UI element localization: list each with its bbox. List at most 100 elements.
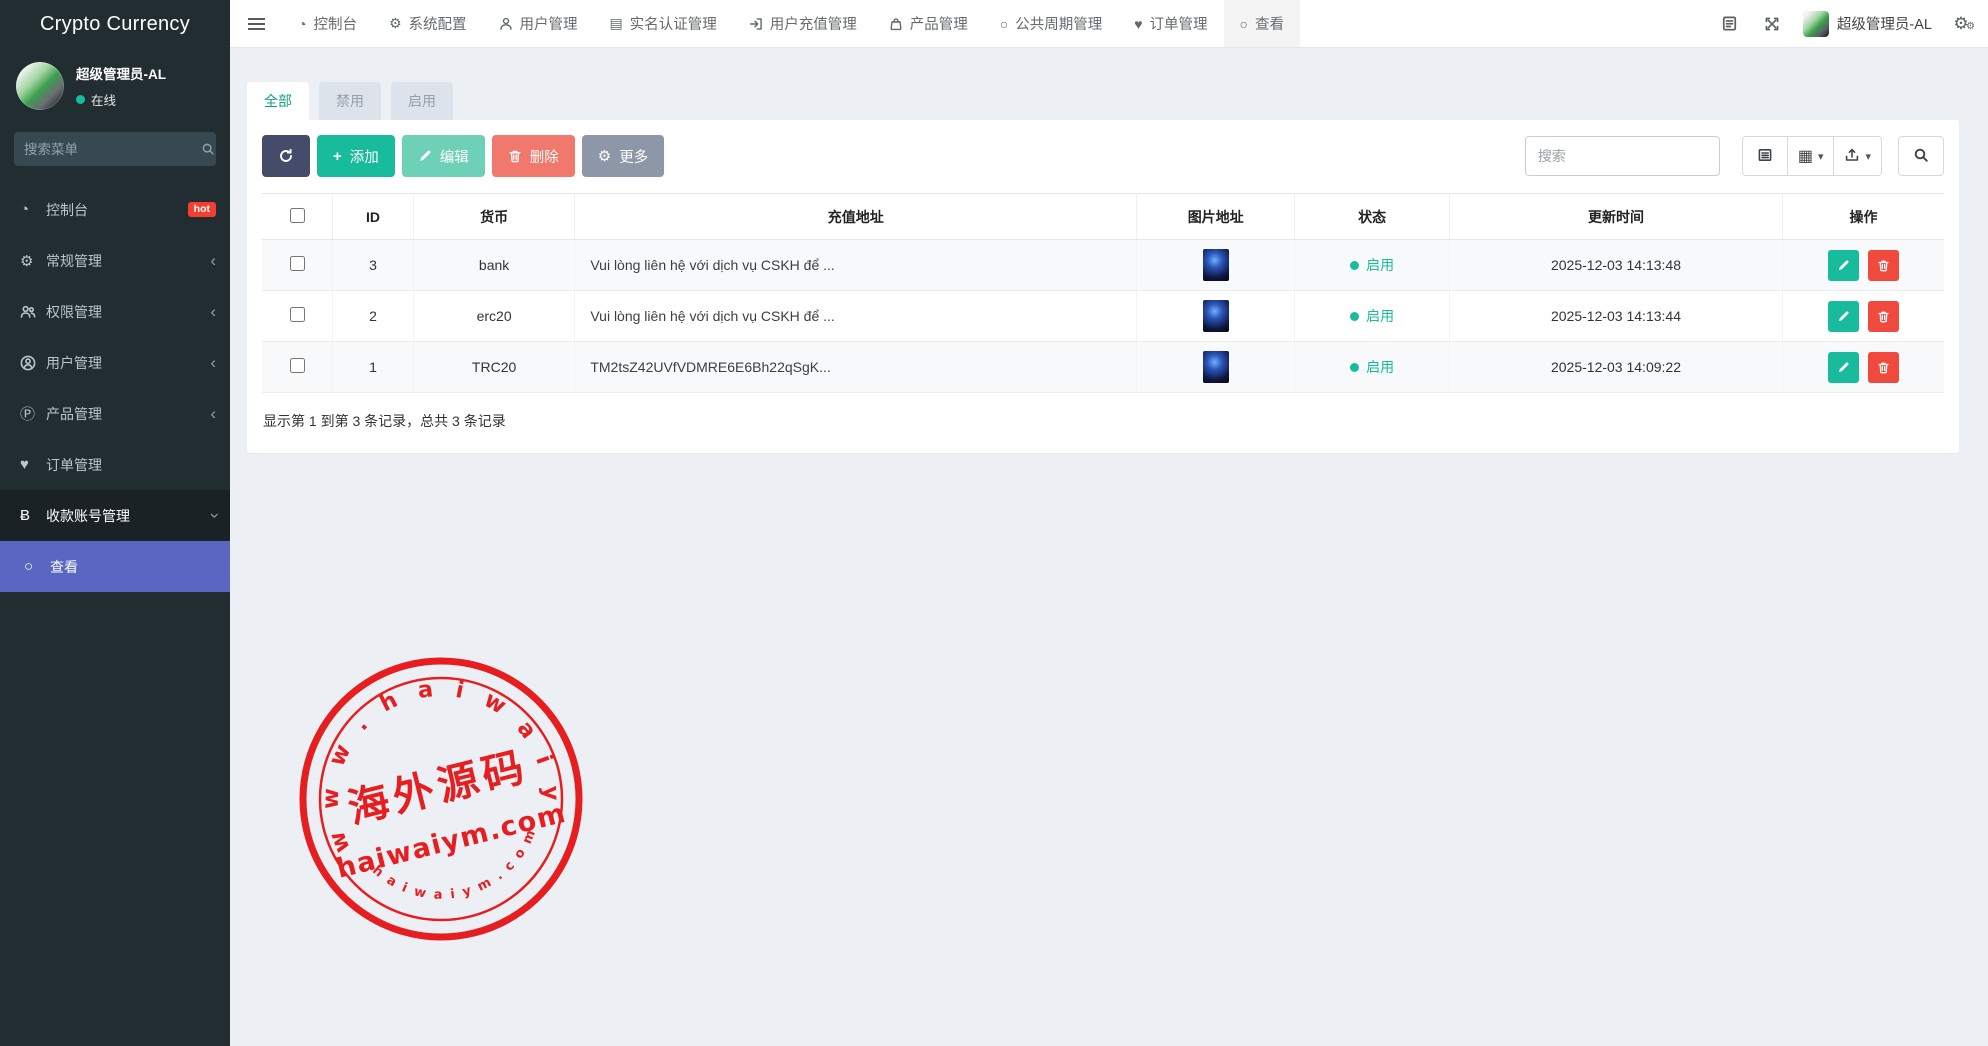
sidebar: Crypto Currency 超级管理员-AL 在线 ◔ 控制台 hot: [0, 0, 230, 1046]
main-content: 全部 禁用 启用 + 添加 编辑: [230, 48, 1988, 1046]
row-delete-button[interactable]: [1868, 301, 1899, 332]
column-ops: 操作: [1783, 194, 1945, 240]
table-row: 2 erc20 Vui lòng liên hệ với dịch vụ CSK…: [262, 291, 1944, 342]
sidebar-search-input[interactable]: [24, 142, 201, 157]
trash-icon: [508, 149, 522, 163]
row-edit-button[interactable]: [1828, 301, 1859, 332]
row-edit-button[interactable]: [1828, 250, 1859, 281]
user-circle-icon: [20, 355, 46, 371]
add-button[interactable]: + 添加: [317, 135, 395, 177]
sign-in-icon: [749, 17, 763, 31]
user-name: 超级管理员-AL: [76, 63, 166, 83]
avatar: [1803, 11, 1829, 37]
fullscreen-icon[interactable]: [1753, 0, 1791, 48]
status-badge: 启用: [1366, 357, 1394, 377]
table-row: 3 bank Vui lòng liên hệ với dịch vụ CSKH…: [262, 240, 1944, 291]
status-dot: [1350, 261, 1359, 270]
table-search-input[interactable]: [1525, 136, 1720, 176]
column-currency: 货币: [413, 194, 574, 240]
nav-item-identity-verification[interactable]: ▤ 实名认证管理: [594, 0, 733, 47]
gear-icon: ⚙: [598, 147, 611, 165]
nav-item-product-management[interactable]: 产品管理: [873, 0, 984, 47]
caret-down-icon: ▾: [1865, 150, 1871, 163]
nav-item-view[interactable]: ○ 查看: [1224, 0, 1300, 47]
search-submit-button[interactable]: [1898, 136, 1944, 176]
sidebar-item-dashboard[interactable]: ◔ 控制台 hot: [0, 184, 230, 235]
pencil-icon: [418, 149, 432, 163]
tab-enabled[interactable]: 启用: [391, 82, 453, 120]
nav-item-order-management[interactable]: ♥ 订单管理: [1118, 0, 1223, 47]
edit-button[interactable]: 编辑: [402, 135, 485, 177]
user-icon: [499, 17, 513, 31]
sidebar-item-permissions[interactable]: 权限管理 ‹: [0, 286, 230, 337]
sidebar-item-orders[interactable]: ♥ 订单管理: [0, 439, 230, 490]
sidebar-item-general[interactable]: ⚙ 常规管理 ‹: [0, 235, 230, 286]
row-delete-button[interactable]: [1868, 250, 1899, 281]
language-icon[interactable]: [1711, 0, 1749, 48]
status-dot: [1350, 312, 1359, 321]
delete-button[interactable]: 删除: [492, 135, 575, 177]
coin-image[interactable]: [1203, 351, 1229, 383]
refresh-icon: [278, 148, 294, 164]
row-checkbox[interactable]: [290, 307, 305, 322]
online-dot: [76, 95, 85, 104]
dashboard-icon: ◔: [20, 201, 46, 218]
row-checkbox[interactable]: [290, 358, 305, 373]
records-summary: 显示第 1 到第 3 条记录，总共 3 条记录: [262, 411, 1944, 431]
tab-disabled[interactable]: 禁用: [319, 82, 381, 120]
sidebar-menu: ◔ 控制台 hot ⚙ 常规管理 ‹ 权限管理 ‹ 用户管理: [0, 184, 230, 592]
user-status-label: 在线: [91, 90, 116, 109]
brand-title[interactable]: Crypto Currency: [0, 0, 230, 48]
bitcoin-icon: Ƀ: [20, 507, 46, 524]
row-edit-button[interactable]: [1828, 352, 1859, 383]
chevron-down-icon: ‹: [205, 513, 222, 519]
menu-toggle-icon[interactable]: [230, 0, 282, 47]
topnav-user[interactable]: 超级管理员-AL: [1795, 11, 1940, 37]
column-address: 充值地址: [575, 194, 1137, 240]
export-icon: [1844, 147, 1860, 166]
coin-image[interactable]: [1203, 300, 1229, 332]
chevron-left-icon: ‹: [210, 303, 216, 320]
sidebar-item-payment-accounts[interactable]: Ƀ 收款账号管理 ‹: [0, 490, 230, 541]
nav-item-public-cycle[interactable]: ○ 公共周期管理: [984, 0, 1118, 47]
search-icon[interactable]: [201, 142, 215, 156]
id-card-icon: ▤: [610, 15, 623, 32]
shopping-bag-icon: [889, 17, 903, 31]
product-icon: Ⓟ: [20, 403, 46, 424]
topnav-user-name: 超级管理员-AL: [1837, 13, 1932, 34]
circle-icon: ○: [1240, 16, 1248, 32]
list-icon: [1757, 147, 1773, 166]
chevron-left-icon: ‹: [210, 354, 216, 371]
coin-image[interactable]: [1203, 249, 1229, 281]
row-delete-button[interactable]: [1868, 352, 1899, 383]
columns-button[interactable]: ▦ ▾: [1788, 136, 1835, 176]
hot-badge: hot: [188, 202, 216, 218]
nav-item-recharge-management[interactable]: 用户充值管理: [733, 0, 873, 47]
sidebar-item-users[interactable]: 用户管理 ‹: [0, 337, 230, 388]
column-id: ID: [333, 194, 414, 240]
avatar: [16, 62, 64, 110]
toolbar: + 添加 编辑 删除 ⚙ 更多: [262, 135, 1944, 177]
refresh-button[interactable]: [262, 135, 310, 177]
circle-icon: ○: [1000, 16, 1008, 32]
column-updated: 更新时间: [1449, 194, 1782, 240]
nav-item-system-config[interactable]: ⚙ 系统配置: [373, 0, 483, 47]
tab-all[interactable]: 全部: [247, 82, 309, 120]
dashboard-icon: ◔: [298, 16, 306, 32]
nav-item-dashboard[interactable]: ◔ 控制台: [282, 0, 373, 47]
nav-item-user-management[interactable]: 用户管理: [483, 0, 594, 47]
top-navbar: ◔ 控制台 ⚙ 系统配置 用户管理 ▤ 实名认证管理 用户充: [230, 0, 1988, 48]
select-all-checkbox[interactable]: [290, 208, 305, 223]
sidebar-item-view[interactable]: ○ 查看: [0, 541, 230, 592]
column-image: 图片地址: [1137, 194, 1295, 240]
row-checkbox[interactable]: [290, 256, 305, 271]
export-button[interactable]: ▾: [1834, 136, 1882, 176]
settings-gears-icon[interactable]: ⚙⚙: [1944, 14, 1978, 34]
chevron-left-icon: ‹: [210, 405, 216, 422]
status-dot: [1350, 363, 1359, 372]
table-row: 1 TRC20 TM2tsZ42UVfVDMRE6E6Bh22qSgK... 启…: [262, 342, 1944, 393]
detail-view-button[interactable]: [1742, 136, 1788, 176]
sidebar-item-products[interactable]: Ⓟ 产品管理 ‹: [0, 388, 230, 439]
more-button[interactable]: ⚙ 更多: [582, 135, 664, 177]
filter-tabs: 全部 禁用 启用: [247, 82, 1959, 120]
